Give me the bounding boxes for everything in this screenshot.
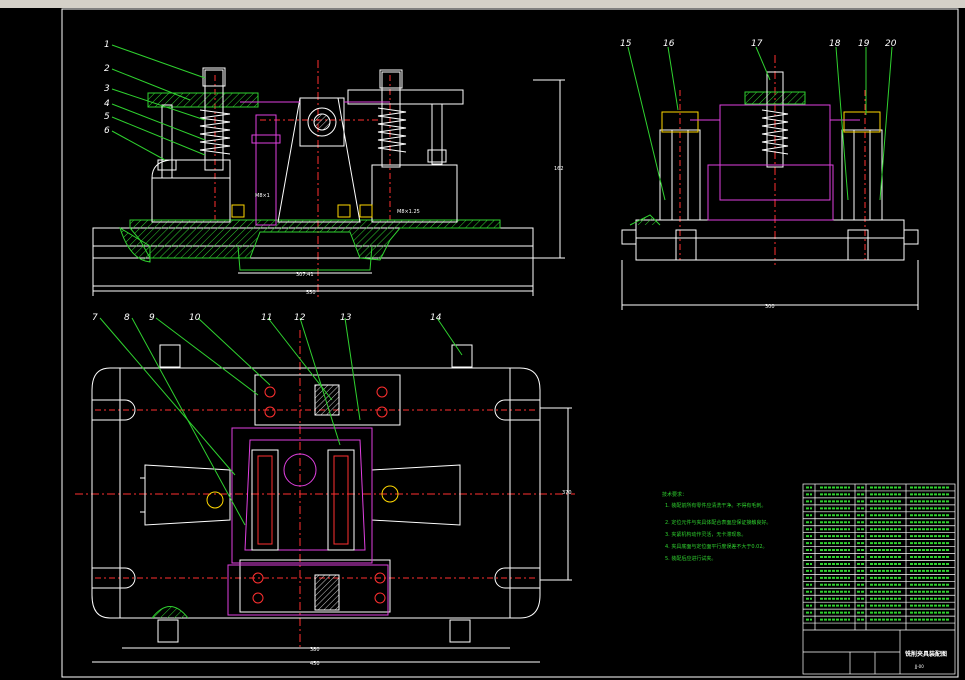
note-2: 2. 定位元件与夹具体配合表面应保证接触良好。 [665,519,771,526]
note-3: 3. 夹紧机构动作灵活，无卡滞现象。 [665,531,746,538]
parts-list-table [802,483,956,675]
balloon-15: 15 [620,39,632,49]
plan-view [75,317,575,663]
dim-plan-total: 450 [310,661,320,667]
technical-notes: 技术要求： 1. 装配前所有零件应清洗干净。不得有毛刺。 2. 定位元件与夹具体… [662,491,771,562]
balloon-16: 16 [663,39,675,49]
dim-plan-width: 380 [310,647,320,653]
cad-drawing-canvas[interactable]: 1 2 3 4 5 6 M8×1 M8×1.25 307.41 550 162 [0,0,965,680]
balloon-8: 8 [124,313,130,323]
balloon-18: 18 [829,39,841,49]
balloon-4: 4 [104,99,110,109]
balloon-17: 17 [751,39,763,49]
side-view [621,46,919,310]
balloon-20: 20 [885,39,897,49]
note-5: 5. 装配后应进行试夹。 [665,555,716,562]
front-label-a: M8×1 [255,193,270,199]
balloon-3: 3 [104,84,110,94]
balloon-1: 1 [104,40,110,50]
balloon-12: 12 [294,313,306,323]
balloon-14: 14 [430,313,442,323]
balloon-2: 2 [104,64,110,74]
title-drawing-code: JJ-00 [914,664,924,669]
note-1: 1. 装配前所有零件应清洗干净。不得有毛刺。 [665,502,766,509]
balloon-9: 9 [149,313,155,323]
dim-side-width: 300 [765,304,775,310]
title-drawing-name: 铣削夹具装配图 [905,650,947,658]
balloon-13: 13 [340,313,352,323]
dim-front-height: 162 [554,166,564,172]
dim-plan-height: 370 [562,490,572,496]
note-4: 4. 夹具底面与定位面平行度误差不大于0.02。 [665,543,768,550]
balloon-7: 7 [92,313,98,323]
front-label-b: M8×1.25 [397,209,420,215]
balloon-6: 6 [104,126,110,136]
notes-title: 技术要求： [662,491,687,498]
balloon-10: 10 [189,313,201,323]
balloon-5: 5 [104,112,110,122]
balloon-11: 11 [261,313,272,323]
dim-front-width: 550 [306,290,316,296]
dim-front-inner: 307.41 [296,272,314,278]
front-view [92,44,565,300]
balloon-19: 19 [858,39,870,49]
